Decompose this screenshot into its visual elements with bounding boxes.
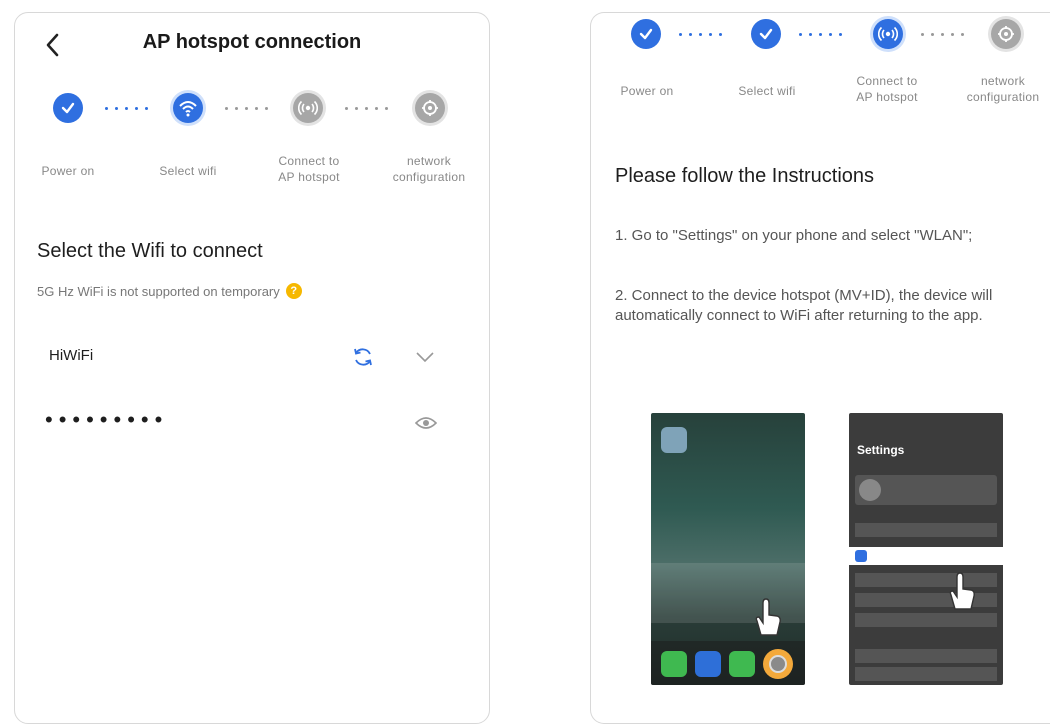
settings-account-row xyxy=(855,475,997,505)
section-title: Please follow the Instructions xyxy=(615,165,875,187)
settings-row xyxy=(855,649,997,663)
phone-settings-screen-image: Settings xyxy=(849,413,1003,685)
step-select-wifi-check-icon xyxy=(751,19,781,49)
step-label-connect-hotspot: Connect to AP hotspot xyxy=(856,74,918,104)
step-connector xyxy=(225,106,268,110)
step-network-config-icon xyxy=(415,93,445,123)
step-power-on-check-icon xyxy=(631,19,661,49)
password-field[interactable]: ••••••••• xyxy=(45,407,168,433)
app-icon xyxy=(661,427,687,453)
step-network-config-icon xyxy=(991,19,1021,49)
phone-app-icon xyxy=(661,651,687,677)
instruction-step-2: 2. Connect to the device hotspot (MV+ID)… xyxy=(615,287,993,324)
instruction-step-1: 1. Go to "Settings" on your phone and se… xyxy=(615,227,973,244)
step-label-power-on: Power on xyxy=(620,84,674,98)
wifi-name-field[interactable]: HiWiFi xyxy=(49,347,93,364)
wifi-selection-screen: AP hotspot connection Power on Select wi… xyxy=(14,12,490,724)
step-connector xyxy=(921,32,964,36)
settings-wlan-row-highlight xyxy=(849,547,1003,565)
refresh-icon[interactable] xyxy=(351,345,375,369)
5g-warning-note: 5G Hz WiFi is not supported on temporary… xyxy=(37,283,302,299)
question-icon[interactable]: ? xyxy=(285,283,302,299)
settings-app-icon xyxy=(763,649,793,679)
step-connector xyxy=(799,32,842,36)
step-connector xyxy=(345,106,388,110)
step-select-wifi-wifi-icon xyxy=(173,93,203,123)
progress-steps xyxy=(15,93,489,133)
browser-app-icon xyxy=(695,651,721,677)
step-label-select-wifi: Select wifi xyxy=(159,164,217,178)
page-title: AP hotspot connection xyxy=(142,31,362,53)
step-hotspot-icon xyxy=(873,19,903,49)
settings-row xyxy=(855,667,997,681)
settings-row xyxy=(855,613,997,627)
step-label-network-config: network configuration xyxy=(392,154,466,184)
settings-screen-title: Settings xyxy=(857,443,905,457)
instructions-screen: Power on Select wifi Connect to AP hotsp… xyxy=(590,12,1050,724)
tap-hand-icon xyxy=(949,572,975,610)
tap-hand-icon xyxy=(755,598,781,636)
step-connector xyxy=(105,106,148,110)
progress-steps xyxy=(591,19,1050,59)
step-label-power-on: Power on xyxy=(41,164,95,178)
step-hotspot-icon xyxy=(293,93,323,123)
note-text: 5G Hz WiFi is not supported on temporary xyxy=(37,283,280,299)
step-power-on-check-icon xyxy=(53,93,83,123)
eye-icon[interactable] xyxy=(415,415,437,431)
chevron-down-icon[interactable] xyxy=(415,351,435,363)
settings-row xyxy=(855,523,997,537)
step-label-network-config: network configuration xyxy=(966,74,1040,104)
step-label-connect-hotspot: Connect to AP hotspot xyxy=(278,154,340,184)
messages-app-icon xyxy=(729,651,755,677)
step-connector xyxy=(679,32,722,36)
section-title: Select the Wifi to connect xyxy=(37,240,263,262)
phone-home-screen-image xyxy=(651,413,805,685)
step-label-select-wifi: Select wifi xyxy=(738,84,796,98)
